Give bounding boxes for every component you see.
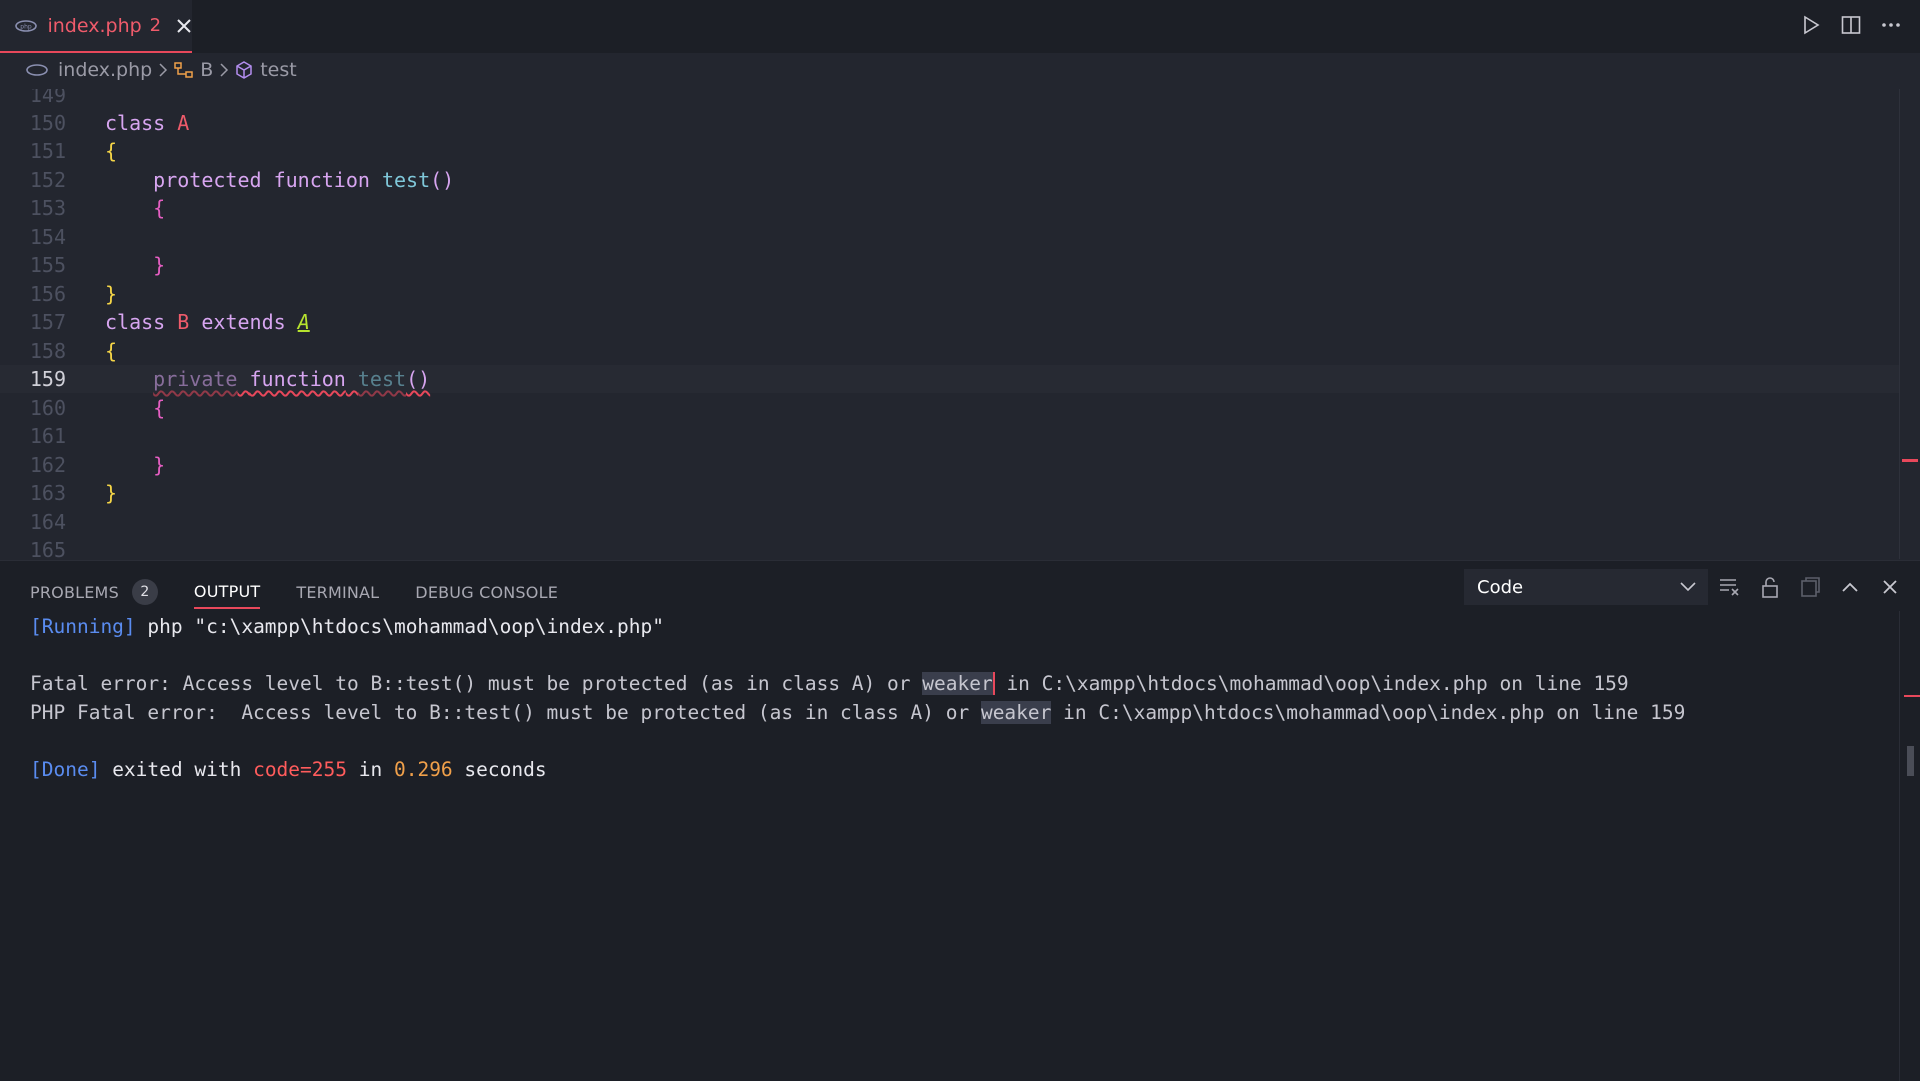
line-number: 159	[29, 367, 66, 391]
line-number: 161	[29, 424, 66, 448]
breadcrumb-file-label: index.php	[58, 59, 153, 81]
code-line: 155 }	[0, 251, 1900, 279]
code-line: 162 }	[0, 451, 1900, 479]
code-line: 160 {	[0, 394, 1900, 422]
chevron-right-icon	[219, 63, 229, 77]
line-number: 163	[29, 481, 66, 505]
maximize-panel-icon[interactable]	[1838, 575, 1862, 599]
php-file-icon	[26, 64, 48, 76]
breadcrumb-method[interactable]: test	[235, 59, 297, 81]
code-line: 150 class A	[0, 109, 1900, 137]
code-line: 151 {	[0, 137, 1900, 165]
code-editor[interactable]: 149 150 class A 151 { 152 protected func…	[0, 89, 1920, 559]
tab-problems[interactable]: PROBLEMS 2	[30, 575, 158, 609]
tab-label: index.php	[47, 14, 142, 37]
output-line-error: Fatal error: Access level to B::test() m…	[30, 672, 1629, 695]
close-panel-icon[interactable]	[1878, 575, 1902, 599]
line-number: 158	[29, 339, 66, 363]
code-line: 163 }	[0, 479, 1900, 507]
line-number: 152	[29, 168, 66, 192]
line-number: 160	[29, 396, 66, 420]
output-line-running: [Running] php "c:\xampp\htdocs\mohammad\…	[30, 615, 664, 638]
split-editor-icon[interactable]	[1840, 14, 1862, 36]
line-number: 156	[29, 282, 66, 306]
error-marker	[1904, 695, 1920, 697]
chevron-right-icon	[158, 63, 168, 77]
breadcrumb-class-label: B	[200, 59, 214, 81]
line-number: 164	[29, 510, 66, 534]
code-line: 149	[0, 89, 1900, 109]
chevron-down-icon	[1680, 582, 1696, 592]
breadcrumb-class[interactable]: B	[174, 59, 213, 81]
code-line-current: 159 private function test()	[0, 365, 1900, 393]
php-file-icon: php	[15, 19, 37, 33]
line-number: 151	[29, 139, 66, 163]
line-number: 150	[29, 111, 66, 135]
line-number: 162	[29, 453, 66, 477]
code-line: 158 {	[0, 337, 1900, 365]
code-line: 152 protected function test()	[0, 166, 1900, 194]
clear-output-icon[interactable]	[1718, 575, 1742, 599]
error-marker	[1902, 459, 1918, 462]
tab-debug-console[interactable]: DEBUG CONSOLE	[415, 575, 558, 609]
search-highlight: weaker	[980, 701, 1052, 724]
lock-scroll-icon[interactable]	[1758, 575, 1782, 599]
code-line: 165	[0, 536, 1900, 559]
line-number: 154	[29, 225, 66, 249]
svg-text:php: php	[20, 23, 32, 30]
bottom-panel: PROBLEMS 2 OUTPUT TERMINAL DEBUG CONSOLE…	[0, 560, 1920, 1081]
code-line: 161	[0, 422, 1900, 450]
scrollbar-thumb[interactable]	[1907, 746, 1914, 776]
output-channel-value: Code	[1477, 576, 1524, 598]
search-highlight: weaker	[922, 672, 995, 695]
tab-terminal[interactable]: TERMINAL	[296, 575, 379, 609]
open-in-editor-icon[interactable]	[1798, 575, 1822, 599]
output-line-error: PHP Fatal error: Access level to B::test…	[30, 701, 1686, 724]
overview-ruler[interactable]	[1899, 89, 1920, 559]
output-scrollbar[interactable]	[1899, 611, 1920, 1081]
line-number: 155	[29, 253, 66, 277]
method-icon	[235, 61, 253, 79]
breadcrumb: index.php B test	[0, 53, 1920, 87]
class-icon	[174, 61, 194, 79]
tab-problem-count: 2	[149, 15, 162, 36]
tab-problems-label: PROBLEMS	[30, 582, 119, 602]
run-icon[interactable]	[1800, 14, 1822, 36]
editor-tab-bar: php index.php 2	[0, 0, 1920, 53]
code-line: 157 class B extends A	[0, 308, 1900, 336]
error-squiggle: private function test()	[153, 367, 431, 391]
problems-count-badge: 2	[131, 579, 158, 605]
close-icon[interactable]	[175, 17, 192, 35]
code-line: 153 {	[0, 194, 1900, 222]
line-number: 153	[29, 196, 66, 220]
more-actions-icon[interactable]	[1880, 14, 1902, 36]
tab-output[interactable]: OUTPUT	[193, 575, 261, 609]
code-line: 164	[0, 508, 1900, 536]
line-number: 149	[29, 89, 66, 107]
breadcrumb-method-label: test	[260, 59, 297, 81]
code-line: 154	[0, 223, 1900, 251]
line-number: 165	[29, 538, 66, 559]
tab-index-php[interactable]: php index.php 2	[0, 0, 192, 53]
output-line-done: [Done] exited with code=255 in 0.296 sec…	[30, 758, 547, 781]
output-channel-select[interactable]: Code	[1464, 569, 1708, 605]
code-line: 156 }	[0, 280, 1900, 308]
breadcrumb-file[interactable]: index.php	[26, 59, 152, 81]
line-number: 157	[29, 310, 66, 334]
